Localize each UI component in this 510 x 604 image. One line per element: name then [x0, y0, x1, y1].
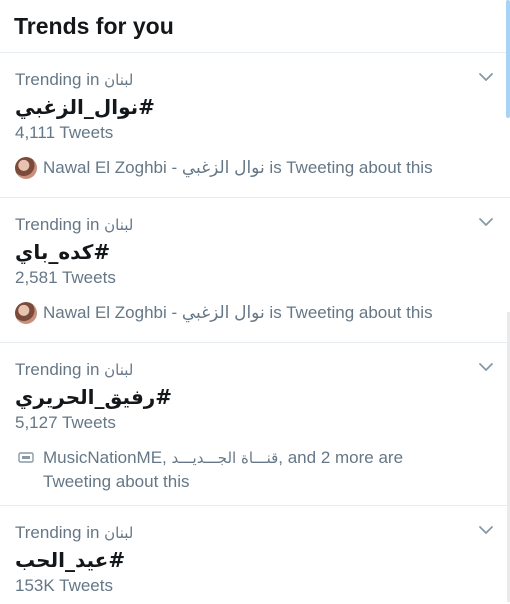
- trend-item[interactable]: Trending in لبنان #عيد_الحب 153K Tweets: [0, 506, 510, 604]
- scrollbar[interactable]: [506, 0, 510, 118]
- trend-context-prefix: Trending in: [15, 70, 100, 89]
- trend-context-prefix: Trending in: [15, 215, 100, 234]
- chevron-down-icon[interactable]: [478, 214, 494, 230]
- trend-context: Trending in لبنان: [15, 69, 460, 91]
- chevron-down-icon[interactable]: [478, 69, 494, 85]
- header: Trends for you: [0, 0, 510, 53]
- trend-about-suffix: is Tweeting about this: [264, 158, 433, 177]
- trend-item[interactable]: Trending in لبنان #كده_باي 2,581 Tweets …: [0, 198, 510, 343]
- chevron-down-icon[interactable]: [478, 359, 494, 375]
- music-icon: [18, 452, 34, 463]
- page-title: Trends for you: [14, 12, 174, 39]
- trend-name[interactable]: #نوال_الزغبي: [15, 93, 460, 121]
- trend-about-line1-c: , and 2 more are: [278, 448, 404, 467]
- trend-item[interactable]: Trending in لبنان #رفيق_الحريري 5,127 Tw…: [0, 343, 510, 506]
- trend-tweet-count: 4,111 Tweets: [15, 123, 114, 142]
- trend-about: Nawal El Zoghbi - نوال الزغبي is Tweetin…: [15, 156, 460, 179]
- trend-tweet-count: 2,581 Tweets: [15, 268, 116, 287]
- trend-about: Nawal El Zoghbi - نوال الزغبي is Tweetin…: [15, 301, 460, 324]
- trend-context-prefix: Trending in: [15, 523, 100, 542]
- trend-about-line2: Tweeting about this: [43, 472, 190, 491]
- avatar: [15, 302, 37, 324]
- chevron-down-icon[interactable]: [478, 522, 494, 538]
- trend-about-user: Nawal El Zoghbi - نوال الزغبي: [43, 303, 265, 322]
- trend-name[interactable]: #عيد_الحب: [15, 546, 460, 574]
- trend-context: Trending in لبنان: [15, 522, 460, 544]
- avatar: [15, 157, 37, 179]
- trend-about-user: Nawal El Zoghbi - نوال الزغبي: [43, 158, 265, 177]
- trend-context-location: لبنان: [104, 361, 134, 379]
- trend-context-location: لبنان: [104, 524, 134, 542]
- trend-item[interactable]: Trending in لبنان #نوال_الزغبي 4,111 Twe…: [0, 53, 510, 198]
- trend-tweet-count: 5,127 Tweets: [15, 413, 116, 432]
- trend-about: MusicNationME, قنـــاة الجـــديـــد, and…: [15, 446, 460, 493]
- trend-about-line1-a: MusicNationME,: [43, 448, 172, 467]
- trend-about-text: Nawal El Zoghbi - نوال الزغبي is Tweetin…: [43, 156, 433, 179]
- trend-about-text: MusicNationME, قنـــاة الجـــديـــد, and…: [43, 446, 403, 493]
- trend-name[interactable]: #كده_باي: [15, 238, 460, 266]
- trend-about-line1-b: قنـــاة الجـــديـــد: [171, 449, 279, 467]
- trend-name[interactable]: #رفيق_الحريري: [15, 383, 460, 411]
- trend-context: Trending in لبنان: [15, 214, 460, 236]
- trend-context-location: لبنان: [104, 216, 134, 234]
- trend-about-suffix: is Tweeting about this: [264, 303, 433, 322]
- trend-tweet-count: 153K Tweets: [15, 576, 113, 595]
- trend-context: Trending in لبنان: [15, 359, 460, 381]
- trend-context-location: لبنان: [104, 71, 134, 89]
- trend-about-text: Nawal El Zoghbi - نوال الزغبي is Tweetin…: [43, 301, 433, 324]
- trend-context-prefix: Trending in: [15, 360, 100, 379]
